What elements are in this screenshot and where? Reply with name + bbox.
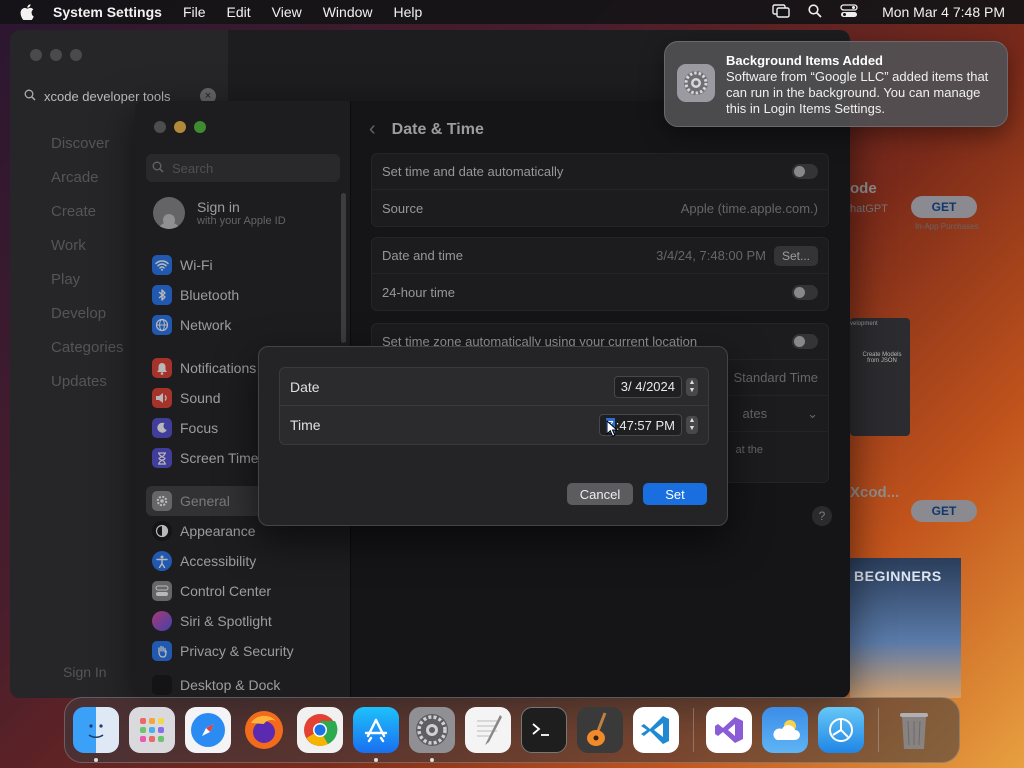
beginners-text: BEGINNERS — [854, 568, 942, 584]
finder-icon[interactable] — [73, 707, 119, 762]
minimize-button[interactable] — [50, 49, 62, 61]
time-label: Time — [290, 417, 321, 433]
app1-name: ode — [850, 180, 877, 197]
background-items-notification[interactable]: Background Items Added Software from “Go… — [664, 41, 1008, 127]
nav-updates[interactable]: Updates — [51, 373, 124, 390]
firefox-icon[interactable] — [241, 707, 287, 753]
app-name-menu[interactable]: System Settings — [53, 4, 162, 20]
app2-name: Xcod... — [850, 484, 900, 501]
dock-separator — [878, 708, 879, 752]
chrome-icon[interactable] — [297, 707, 343, 753]
cancel-button[interactable]: Cancel — [567, 483, 633, 505]
screen-mirroring-icon[interactable] — [772, 3, 790, 21]
date-stepper[interactable]: 3/ 4/2024 ▲ ▼ — [613, 375, 698, 398]
spotlight-search-icon[interactable] — [808, 3, 822, 21]
stepper-arrows-icon[interactable]: ▲ ▼ — [686, 377, 698, 396]
system-settings-icon — [677, 64, 715, 102]
app-store-nav: Discover Arcade Create Work Play Develop… — [51, 135, 124, 390]
mouse-cursor-icon — [606, 420, 618, 437]
notification-body: Software from “Google LLC” added items t… — [726, 69, 989, 116]
nav-work[interactable]: Work — [51, 237, 124, 254]
set-button[interactable]: Set — [643, 483, 707, 505]
date-time-fields: Date 3/ 4/2024 ▲▼ Time 7 :47:57 PM ▲▼ — [279, 367, 709, 445]
search-icon — [24, 89, 36, 104]
notification-title: Background Items Added — [726, 53, 883, 68]
menu-window[interactable]: Window — [323, 4, 373, 20]
time-row: Time 7 :47:57 PM ▲▼ — [280, 406, 708, 444]
terminal-icon[interactable] — [521, 707, 567, 753]
menu-help[interactable]: Help — [394, 4, 423, 20]
nav-categories[interactable]: Categories — [51, 339, 124, 356]
menu-edit[interactable]: Edit — [227, 4, 251, 20]
safari-icon[interactable] — [185, 707, 231, 753]
nav-play[interactable]: Play — [51, 271, 124, 288]
control-center-icon[interactable] — [840, 3, 858, 21]
promo-small-text: velopment — [850, 321, 878, 327]
garageband-icon[interactable] — [577, 707, 623, 753]
trash-icon[interactable] — [891, 707, 937, 753]
menu-bar-clock[interactable]: Mon Mar 4 7:48 PM — [882, 4, 1005, 20]
close-button[interactable] — [30, 49, 42, 61]
system-settings-icon[interactable] — [409, 707, 455, 762]
in-app-purchases-label: In-App Purchases — [915, 222, 979, 231]
date-row: Date 3/ 4/2024 ▲ ▼ — [280, 368, 708, 406]
dock — [64, 697, 960, 763]
promo-card[interactable]: velopment Create Models from JSON — [850, 318, 910, 436]
date-field[interactable]: 3/ 4/2024 — [613, 375, 682, 398]
visual-studio-icon[interactable] — [706, 707, 752, 753]
stepper-arrows-icon[interactable]: ▲ ▼ — [686, 416, 698, 434]
menu-file[interactable]: File — [183, 4, 206, 20]
dock-separator — [693, 708, 694, 752]
apple-menu-icon[interactable] — [19, 4, 35, 20]
vscode-icon[interactable] — [633, 707, 679, 753]
time-rest: :47:57 PM — [615, 417, 675, 433]
app-store-traffic-lights — [30, 49, 82, 61]
nav-develop[interactable]: Develop — [51, 305, 124, 322]
nav-arcade[interactable]: Arcade — [51, 169, 124, 186]
menu-bar: System Settings File Edit View Window He… — [0, 0, 1024, 24]
app-store-icon[interactable] — [353, 707, 399, 762]
nav-create[interactable]: Create — [51, 203, 124, 220]
beginners-banner[interactable]: BEGINNERS — [850, 558, 961, 698]
nav-discover[interactable]: Discover — [51, 135, 124, 152]
launchpad-icon[interactable] — [129, 707, 175, 753]
get-button-1[interactable]: GET — [911, 196, 977, 218]
app-store-sign-in[interactable]: Sign In — [63, 664, 107, 680]
dialog-buttons: Cancel Set — [567, 483, 707, 505]
textedit-icon[interactable] — [465, 707, 511, 753]
zoom-button[interactable] — [70, 49, 82, 61]
get-button-2[interactable]: GET — [911, 500, 977, 522]
set-date-time-dialog: Date 3/ 4/2024 ▲▼ Time 7 :47:57 PM ▲▼ Ca… — [258, 346, 728, 526]
date-label: Date — [290, 378, 320, 395]
menu-view[interactable]: View — [272, 4, 302, 20]
instruments-icon[interactable] — [818, 707, 864, 753]
app1-subtitle: hatGPT — [850, 203, 888, 215]
promo-text: Create Models from JSON — [862, 352, 902, 364]
weather-icon[interactable] — [762, 707, 808, 753]
